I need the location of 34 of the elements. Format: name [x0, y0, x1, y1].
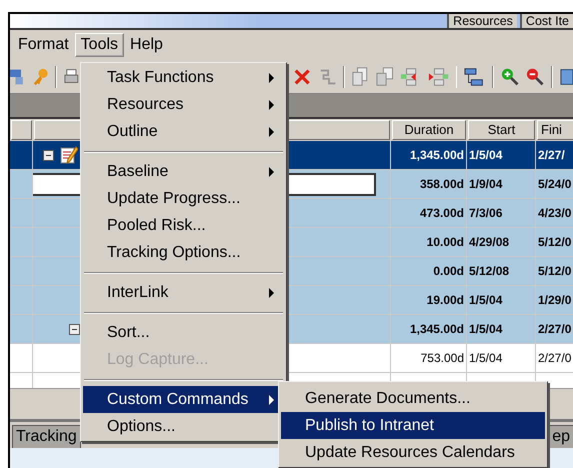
- menu-item[interactable]: Sort...: [83, 319, 284, 346]
- collapse-toggle[interactable]: [43, 150, 54, 161]
- menu-item[interactable]: Publish to Intranet: [281, 412, 545, 439]
- indent-icon[interactable]: [428, 66, 449, 88]
- column-header[interactable]: Duration: [392, 120, 466, 140]
- menu-item[interactable]: Update Resources Calendars: [281, 439, 545, 466]
- column-header[interactable]: Fini: [537, 120, 573, 140]
- sheet-tab[interactable]: Resources: [447, 14, 517, 28]
- collapse-toggle[interactable]: [69, 324, 80, 335]
- submenu-arrow-icon: [269, 166, 274, 176]
- task-icon: [60, 145, 78, 166]
- column-header[interactable]: [11, 120, 32, 140]
- copy-icon[interactable]: [352, 66, 369, 88]
- menu-item[interactable]: Tools: [74, 33, 124, 58]
- submenu-arrow-icon: [269, 72, 274, 82]
- submenu-arrow-icon: [269, 100, 274, 110]
- view-tab[interactable]: Tracking: [12, 425, 81, 448]
- menu-item[interactable]: Resources: [83, 91, 284, 118]
- submenu-arrow-icon: [269, 126, 274, 136]
- copy-icon[interactable]: [376, 66, 394, 88]
- org-chart-icon[interactable]: [464, 66, 485, 88]
- menu-item[interactable]: Generate Documents...: [281, 385, 545, 412]
- submenu-arrow-icon: [269, 288, 274, 298]
- zoom-in-icon[interactable]: [500, 66, 519, 87]
- menu-item[interactable]: Format: [12, 33, 75, 58]
- menu-item[interactable]: Help: [124, 33, 169, 58]
- sheet-tab[interactable]: Cost Ite: [520, 14, 573, 28]
- document-icon[interactable]: [560, 66, 573, 87]
- column-header[interactable]: Start: [468, 120, 535, 140]
- network-icon[interactable]: [10, 66, 25, 87]
- delete-icon[interactable]: [292, 66, 311, 87]
- view-tab[interactable]: ep: [548, 425, 573, 448]
- menu-item[interactable]: Task Functions: [83, 64, 284, 91]
- zoom-out-icon[interactable]: [526, 66, 544, 87]
